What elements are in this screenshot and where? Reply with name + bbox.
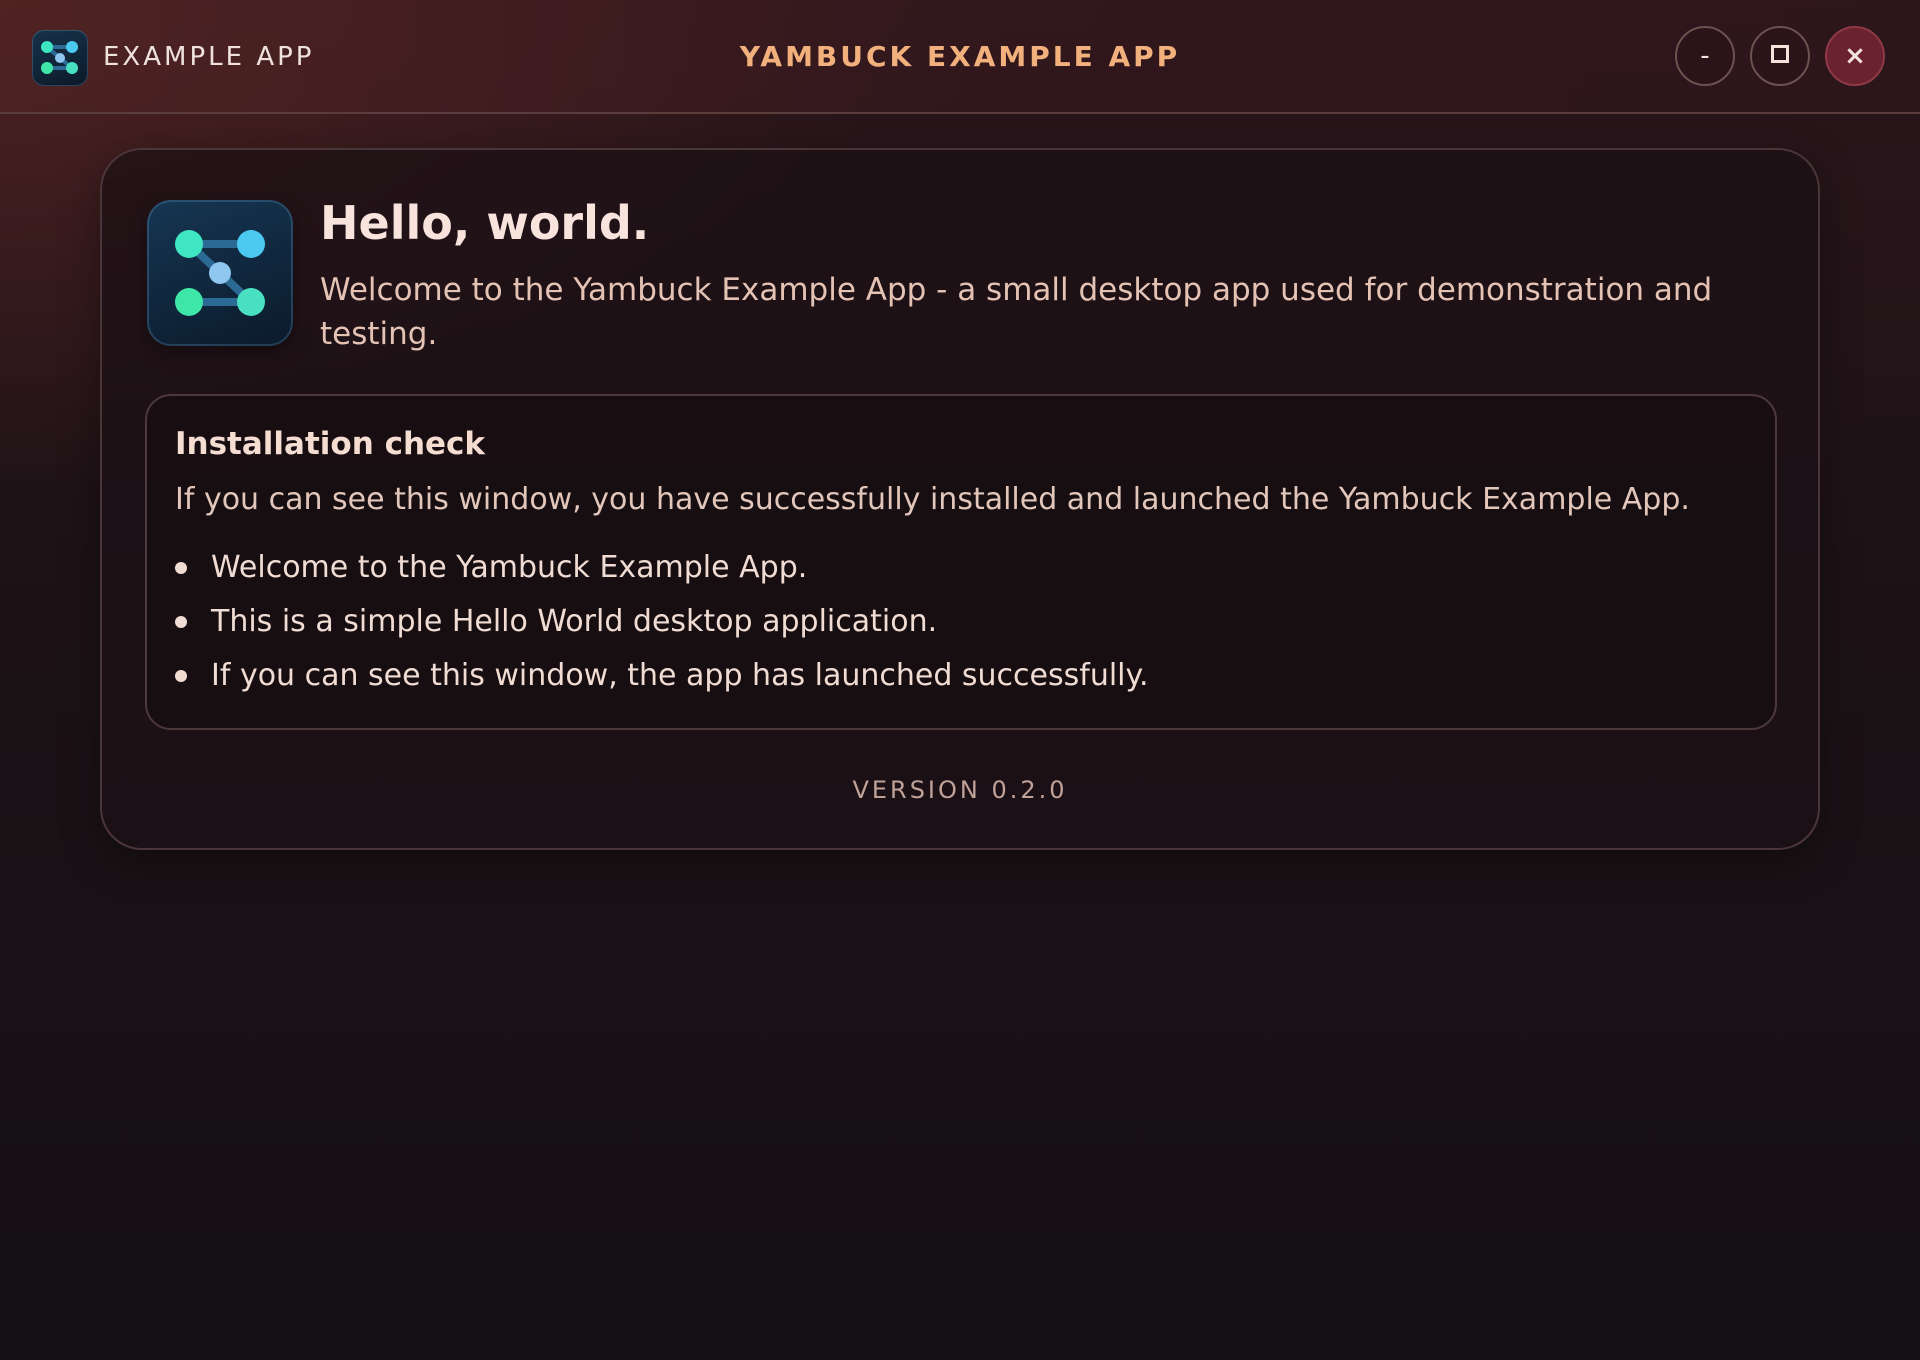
version-label: VERSION 0.2.0 xyxy=(852,776,1068,804)
window-title: YAMBUCK EXAMPLE APP xyxy=(739,40,1181,73)
bullet-icon xyxy=(175,616,187,628)
main-card: Hello, world. Welcome to the Yambuck Exa… xyxy=(100,148,1820,850)
page-heading: Hello, world. xyxy=(320,196,650,250)
minimize-icon: - xyxy=(1700,41,1710,71)
list-item: This is a simple Hello World desktop app… xyxy=(175,602,1149,656)
list-item-text: Welcome to the Yambuck Example App. xyxy=(211,550,808,585)
installation-check-title: Installation check xyxy=(175,426,486,462)
app-logo-icon-large xyxy=(147,200,293,346)
installation-check-panel: Installation check If you can see this w… xyxy=(145,394,1777,730)
list-item: If you can see this window, the app has … xyxy=(175,656,1149,710)
maximize-button[interactable] xyxy=(1750,26,1810,86)
list-item-text: If you can see this window, the app has … xyxy=(211,658,1149,693)
welcome-text: Welcome to the Yambuck Example App - a s… xyxy=(320,272,1713,352)
minimize-button[interactable]: - xyxy=(1675,26,1735,86)
title-bar: EXAMPLE APP YAMBUCK EXAMPLE APP - × xyxy=(0,0,1920,114)
app-logo-large-glyph xyxy=(175,230,265,316)
bullet-icon xyxy=(175,562,187,574)
installation-check-description: If you can see this window, you have suc… xyxy=(175,482,1690,517)
close-button[interactable]: × xyxy=(1825,26,1885,86)
list-item: Welcome to the Yambuck Example App. xyxy=(175,548,1149,602)
bullet-icon xyxy=(175,670,187,682)
maximize-icon xyxy=(1771,44,1789,63)
installation-check-list: Welcome to the Yambuck Example App. This… xyxy=(175,548,1149,710)
close-icon: × xyxy=(1844,41,1866,71)
list-item-text: This is a simple Hello World desktop app… xyxy=(211,604,938,639)
